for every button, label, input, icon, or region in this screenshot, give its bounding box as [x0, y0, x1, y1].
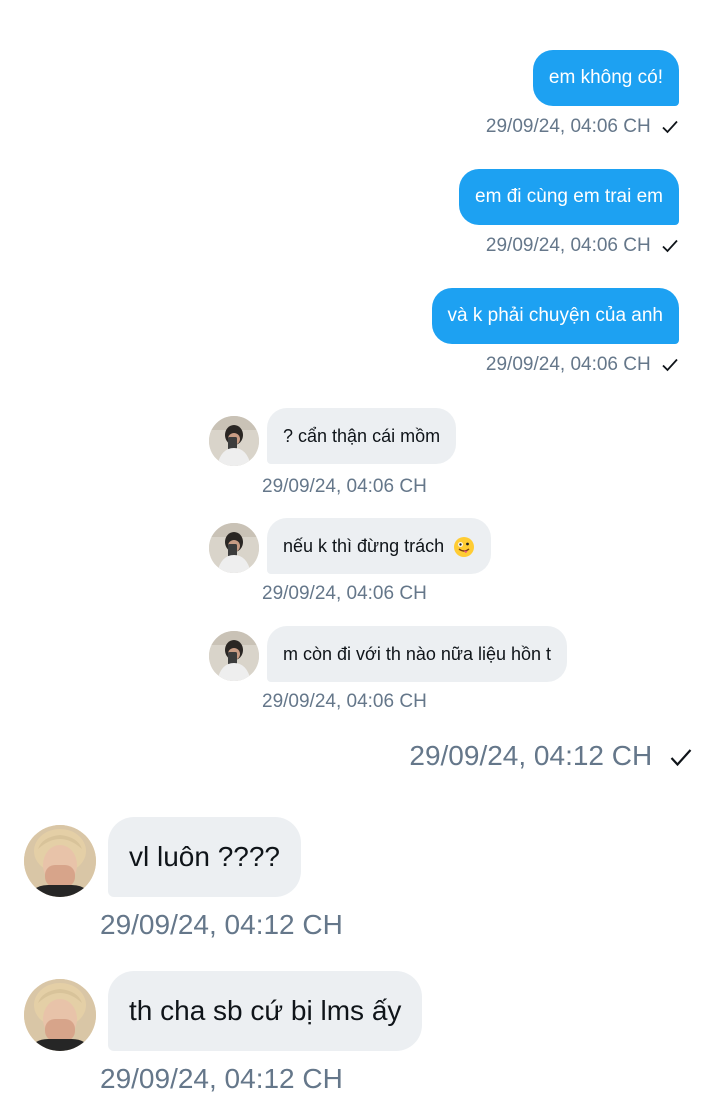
message-timestamp: 29/09/24, 04:06 CH [262, 691, 427, 712]
avatar[interactable] [24, 825, 96, 897]
incoming-message-bubble[interactable]: th cha sb cứ bị lms ấy [108, 971, 423, 1051]
avatar-photo [24, 825, 96, 897]
avatar[interactable] [209, 523, 259, 573]
outgoing-message-bubble[interactable]: em đi cùng em trai em [459, 169, 679, 225]
incoming-message-bubble[interactable]: m còn đi với th nào nữa liệu hồn t [267, 626, 568, 682]
message-text: em không có! [548, 67, 663, 88]
message-timestamp: 29/09/24, 04:06 CH [262, 476, 427, 497]
message-text: vl luôn ???? [129, 841, 281, 872]
avatar-photo [209, 523, 259, 573]
message-timestamp: 29/09/24, 04:06 CH [486, 116, 678, 138]
message-timestamp: 29/09/24, 04:12 CH [409, 740, 692, 772]
message-text: m còn đi với th nào nữa liệu hồn t [283, 644, 552, 664]
check-icon [662, 358, 678, 372]
message-text: và k phải chuyện của anh [447, 305, 664, 326]
outgoing-message-bubble[interactable]: và k phải chuyện của anh [431, 288, 679, 344]
incoming-message-bubble[interactable]: ? cẩn thận cái mồm [267, 408, 457, 464]
avatar[interactable] [209, 631, 259, 681]
outgoing-message-bubble[interactable]: em không có! [532, 50, 679, 106]
message-timestamp: 29/09/24, 04:06 CH [486, 235, 678, 257]
check-icon [662, 239, 678, 253]
avatar-photo [209, 416, 259, 466]
avatar-photo [209, 631, 259, 681]
message-text: th cha sb cứ bị lms ấy [129, 995, 402, 1026]
message-timestamp: 29/09/24, 04:12 CH [100, 1063, 343, 1094]
check-icon [662, 120, 678, 134]
message-text: em đi cùng em trai em [475, 186, 663, 207]
avatar-photo [24, 979, 96, 1051]
message-timestamp: 29/09/24, 04:12 CH [100, 909, 343, 940]
avatar[interactable] [209, 416, 259, 466]
incoming-message-bubble[interactable]: nếu k thì đừng trách [267, 518, 492, 574]
message-text: nếu k thì đừng trách [283, 536, 445, 556]
avatar[interactable] [24, 979, 96, 1051]
message-timestamp: 29/09/24, 04:06 CH [486, 354, 678, 376]
incoming-message-bubble[interactable]: vl luôn ???? [108, 817, 302, 897]
zany-face-emoji [454, 537, 475, 558]
message-timestamp: 29/09/24, 04:06 CH [262, 583, 427, 604]
message-text: ? cẩn thận cái mồm [283, 426, 441, 446]
check-icon [670, 749, 692, 767]
